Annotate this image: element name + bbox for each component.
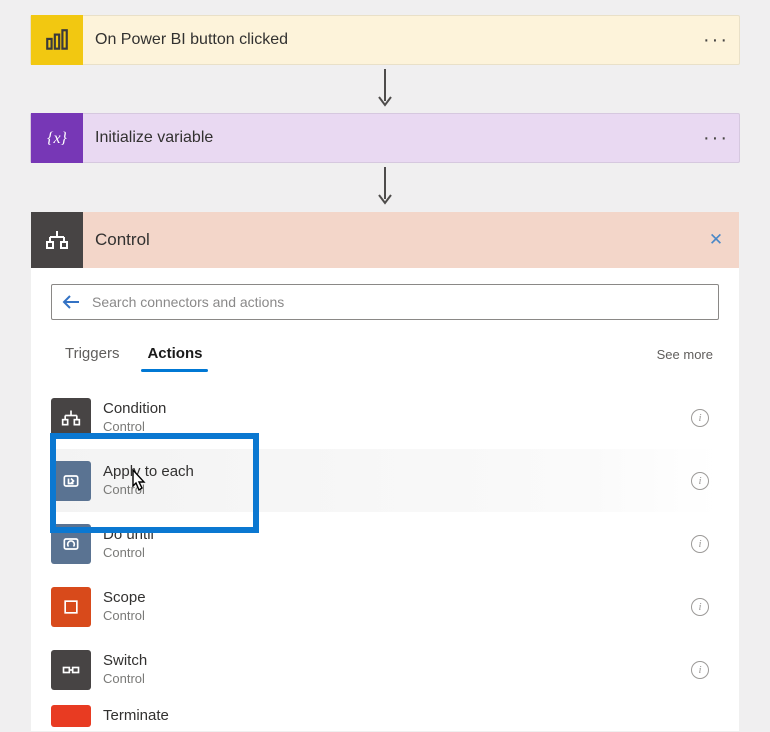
action-sub: Control	[103, 671, 691, 687]
search-row	[51, 284, 719, 320]
trigger-label: On Power BI button clicked	[83, 31, 693, 49]
see-more-link[interactable]: See more	[657, 347, 719, 362]
action-scope[interactable]: Scope Control i	[51, 575, 719, 638]
action-list: Condition Control i Apply to each Contro…	[51, 386, 719, 731]
condition-icon	[51, 398, 91, 438]
info-icon[interactable]: i	[691, 409, 709, 427]
panel-title: Control	[83, 230, 693, 250]
initialize-variable-menu[interactable]: ···	[693, 127, 739, 150]
switch-icon	[51, 650, 91, 690]
action-apply-to-each[interactable]: Apply to each Control i	[51, 449, 719, 512]
terminate-icon	[51, 705, 91, 727]
info-icon[interactable]: i	[691, 535, 709, 553]
action-title: Switch	[103, 652, 691, 670]
scope-icon	[51, 587, 91, 627]
variable-icon: {x}	[31, 113, 83, 163]
back-button[interactable]	[62, 295, 80, 309]
panel-close-button[interactable]: ✕	[693, 230, 739, 250]
action-switch[interactable]: Switch Control i	[51, 638, 719, 701]
panel-header: Control ✕	[31, 212, 739, 268]
action-title: Scope	[103, 589, 691, 607]
initialize-variable-card[interactable]: {x} Initialize variable ···	[30, 113, 740, 163]
control-icon	[31, 212, 83, 268]
action-title: Do until	[103, 526, 691, 544]
action-do-until[interactable]: Do until Control i	[51, 512, 719, 575]
search-input[interactable]	[92, 294, 708, 310]
info-icon[interactable]: i	[691, 598, 709, 616]
do-until-icon	[51, 524, 91, 564]
tab-actions[interactable]: Actions	[133, 337, 216, 372]
action-title: Terminate	[103, 707, 709, 725]
tabs-row: Triggers Actions See more	[51, 334, 719, 374]
apply-to-each-icon	[51, 461, 91, 501]
action-title: Apply to each	[103, 463, 691, 481]
svg-text:{x}: {x}	[47, 130, 68, 147]
info-icon[interactable]: i	[691, 472, 709, 490]
flow-arrow	[30, 163, 740, 211]
initialize-variable-label: Initialize variable	[83, 129, 693, 147]
info-icon[interactable]: i	[691, 661, 709, 679]
powerbi-icon	[31, 15, 83, 65]
trigger-menu[interactable]: ···	[693, 29, 739, 52]
back-arrow-icon	[62, 295, 80, 309]
action-sub: Control	[103, 482, 691, 498]
close-icon: ✕	[709, 230, 723, 249]
action-sub: Control	[103, 608, 691, 624]
action-condition[interactable]: Condition Control i	[51, 386, 719, 449]
trigger-card[interactable]: On Power BI button clicked ···	[30, 15, 740, 65]
action-sub: Control	[103, 419, 691, 435]
action-title: Condition	[103, 400, 691, 418]
control-panel: Control ✕ Triggers Actions See more	[30, 211, 740, 732]
flow-arrow	[30, 65, 740, 113]
action-sub: Control	[103, 545, 691, 561]
tab-triggers[interactable]: Triggers	[51, 337, 133, 372]
